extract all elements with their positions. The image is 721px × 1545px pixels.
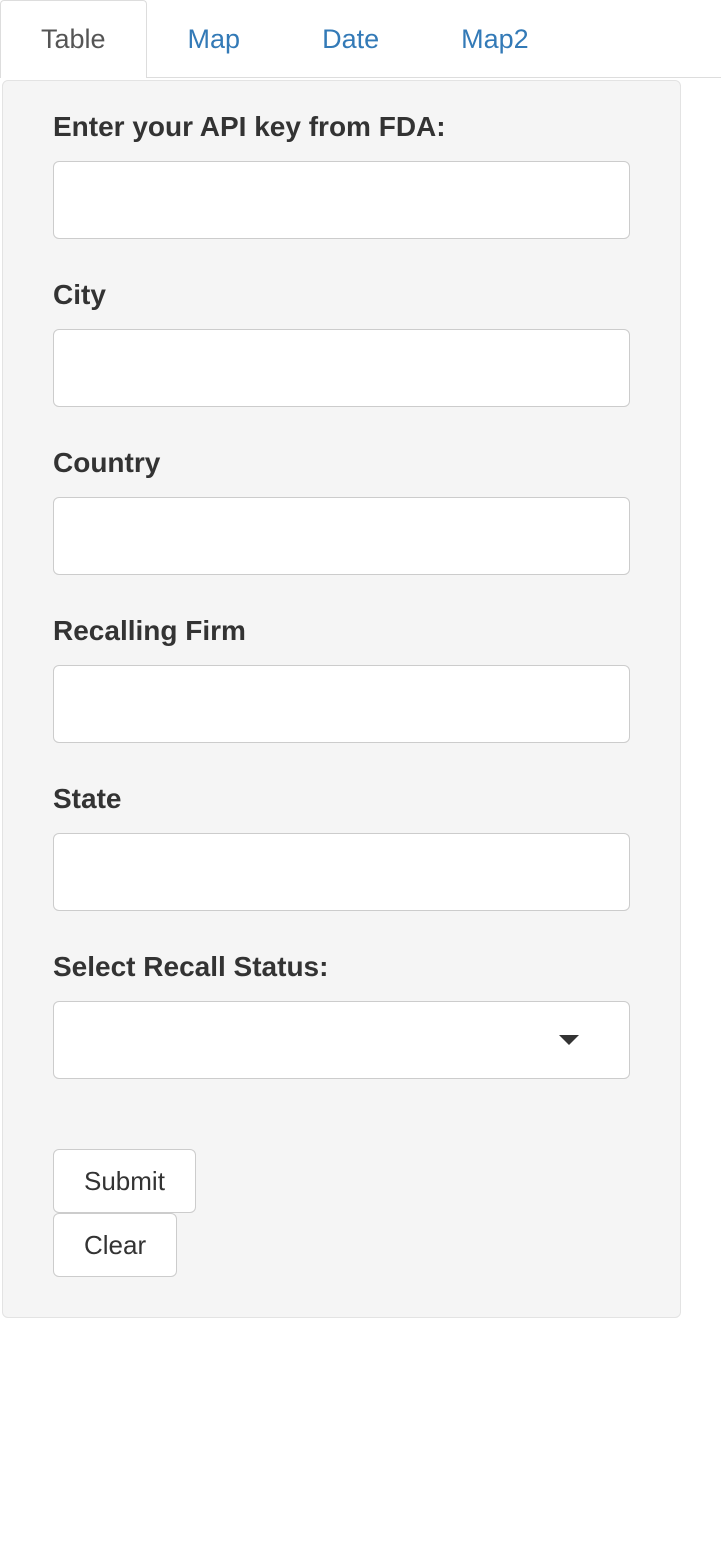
sidebar-panel: Enter your API key from FDA: City Countr… (2, 80, 681, 1318)
submit-button[interactable]: Submit (53, 1149, 196, 1213)
tab-table[interactable]: Table (0, 0, 147, 78)
recalling-firm-input[interactable] (53, 665, 630, 743)
recall-status-label: Select Recall Status: (53, 951, 630, 983)
country-input[interactable] (53, 497, 630, 575)
tab-date[interactable]: Date (281, 0, 420, 78)
button-group: Submit Clear (53, 1149, 630, 1277)
nav-tabs: Table Map Date Map2 (0, 0, 721, 78)
form-group-country: Country (53, 447, 630, 575)
form-group-recall-status: Select Recall Status: (53, 951, 630, 1079)
city-label: City (53, 279, 630, 311)
state-label: State (53, 783, 630, 815)
api-key-input[interactable] (53, 161, 630, 239)
recall-status-select[interactable] (53, 1001, 630, 1079)
form-group-api-key: Enter your API key from FDA: (53, 111, 630, 239)
recalling-firm-label: Recalling Firm (53, 615, 630, 647)
clear-button[interactable]: Clear (53, 1213, 177, 1277)
city-input[interactable] (53, 329, 630, 407)
chevron-down-icon (559, 1035, 579, 1045)
form-group-recalling-firm: Recalling Firm (53, 615, 630, 743)
recall-status-select-wrapper (53, 1001, 630, 1079)
tab-map2[interactable]: Map2 (420, 0, 570, 78)
api-key-label: Enter your API key from FDA: (53, 111, 630, 143)
tab-map[interactable]: Map (147, 0, 282, 78)
state-input[interactable] (53, 833, 630, 911)
form-group-city: City (53, 279, 630, 407)
form-group-state: State (53, 783, 630, 911)
country-label: Country (53, 447, 630, 479)
